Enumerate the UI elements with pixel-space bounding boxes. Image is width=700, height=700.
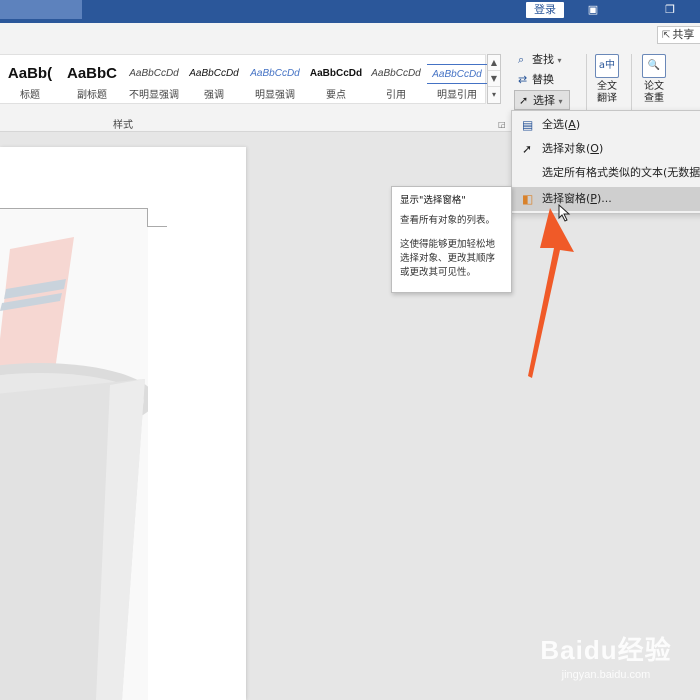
select-objects-icon: ➚ bbox=[522, 142, 533, 156]
chevron-down-icon: ▾ bbox=[558, 97, 563, 106]
style-preview: AaBbC bbox=[66, 65, 117, 82]
editing-group: ⌕ 查找 ▾ ⇄ 替换 ➚ 选择 ▾ bbox=[514, 50, 586, 116]
menu-label-tail: )... bbox=[596, 192, 612, 205]
menu-accelerator: A bbox=[568, 118, 576, 131]
translate-icon: a中 bbox=[595, 54, 619, 78]
chevron-down-icon: ▾ bbox=[557, 56, 562, 65]
style-emphasis[interactable]: AaBbCcDd 强调 bbox=[184, 55, 244, 103]
restore-icon[interactable]: ❐ bbox=[662, 3, 678, 17]
watermark-main: Baidu经验 bbox=[540, 635, 672, 665]
divider bbox=[631, 54, 632, 114]
style-label: 要点 bbox=[326, 90, 346, 101]
replace-label: 替换 bbox=[532, 73, 554, 86]
style-intense-emphasis[interactable]: AaBbCcDd 明显强调 bbox=[245, 55, 305, 103]
find-label: 查找 bbox=[532, 53, 554, 66]
style-label: 明显引用 bbox=[437, 90, 477, 101]
selection-pane-tooltip: 显示"选择窗格" 查看所有对象的列表。 这使得能够更加轻松地选择对象、更改其顺序… bbox=[391, 186, 512, 293]
ribbon-display-icon[interactable]: ▣ bbox=[585, 3, 601, 17]
select-dropdown-menu: ▤ 全选(A) ➚ 选择对象(O) 选定所有格式类似的文本(无数据)(S ◧ 选择窗格… bbox=[511, 110, 700, 214]
menu-label-tail: ) bbox=[598, 142, 604, 155]
margin-guide bbox=[147, 208, 148, 226]
translate-label-1: 全文 bbox=[597, 81, 617, 92]
paper-check-icon: 🔍 bbox=[642, 54, 666, 78]
document-image[interactable] bbox=[0, 209, 148, 700]
style-heading[interactable]: AaBb( 标题 bbox=[0, 55, 60, 103]
tooltip-description: 查看所有对象的列表。 bbox=[400, 215, 496, 226]
more-icon[interactable]: ▾ bbox=[488, 87, 500, 103]
styles-group-label: 样式 bbox=[113, 120, 133, 131]
menu-label: 选择对象( bbox=[542, 142, 591, 155]
style-preview: AaBbCcDd bbox=[427, 64, 487, 84]
pencil-cup-illustration bbox=[0, 237, 148, 700]
mouse-cursor-icon bbox=[558, 204, 571, 222]
dialog-launcher-icon[interactable]: ◲ bbox=[498, 120, 506, 129]
tooltip-title: 显示"选择窗格" bbox=[400, 195, 466, 206]
style-subtitle[interactable]: AaBbC 副标题 bbox=[62, 55, 122, 103]
menu-accelerator: O bbox=[590, 142, 599, 155]
style-label: 引用 bbox=[386, 90, 406, 101]
chevron-up-icon[interactable]: ▲ bbox=[488, 55, 500, 71]
document-title-tab bbox=[0, 0, 82, 19]
style-quote[interactable]: AaBbCcDd 引用 bbox=[366, 55, 426, 103]
replace-icon: ⇄ bbox=[518, 73, 528, 86]
style-preview: AaBbCcDd bbox=[129, 68, 179, 79]
login-button[interactable]: 登录 bbox=[526, 2, 564, 18]
margin-guide bbox=[0, 208, 148, 209]
style-label: 标题 bbox=[20, 90, 40, 101]
style-preview: AaBbCcDd bbox=[250, 68, 300, 79]
paper-check-label-1: 论文 bbox=[644, 81, 664, 92]
gallery-scrollbar[interactable]: ▲ ▼ ▾ bbox=[487, 54, 501, 104]
menu-item-select-similar-formatting[interactable]: 选定所有格式类似的文本(无数据)(S bbox=[512, 161, 700, 185]
chevron-down-icon[interactable]: ▼ bbox=[488, 71, 500, 87]
title-bar: 登录 ▣ ❐ bbox=[0, 0, 700, 23]
select-all-icon: ▤ bbox=[522, 118, 534, 132]
style-subtle-emphasis[interactable]: AaBbCcDd 不明显强调 bbox=[124, 55, 184, 103]
styles-gallery: AaBb( 标题 AaBbC 副标题 AaBbCcDd 不明显强调 AaBbCc… bbox=[0, 54, 487, 104]
share-button[interactable]: ⇱ 共享 bbox=[657, 26, 700, 44]
menu-label: 全选( bbox=[542, 118, 569, 131]
style-label: 强调 bbox=[204, 90, 224, 101]
share-label: 共享 bbox=[672, 28, 695, 41]
tooltip-detail: 这使得能够更加轻松地选择对象、更改其顺序或更改其可见性。 bbox=[400, 239, 496, 278]
style-preview: AaBbCcDd bbox=[371, 68, 421, 79]
margin-guide bbox=[147, 226, 167, 227]
ribbon-tabs-area bbox=[0, 23, 700, 48]
style-strong[interactable]: AaBbCcDd 要点 bbox=[306, 55, 366, 103]
cursor-icon: ➚ bbox=[519, 94, 529, 107]
menu-item-select-all[interactable]: ▤ 全选(A) bbox=[512, 113, 700, 137]
style-label: 不明显强调 bbox=[129, 90, 179, 101]
translate-label-2: 翻译 bbox=[597, 93, 617, 104]
paper-check-label-2: 查重 bbox=[644, 93, 664, 104]
menu-accelerator: P bbox=[590, 192, 597, 205]
find-button[interactable]: ⌕ 查找 ▾ bbox=[514, 50, 586, 70]
style-label: 明显强调 bbox=[255, 90, 295, 101]
style-preview: AaBbCcDd bbox=[189, 68, 239, 79]
menu-label-tail: ) bbox=[575, 118, 581, 131]
share-icon: ⇱ bbox=[662, 30, 671, 41]
full-translate-button[interactable]: a中 全文 翻译 bbox=[587, 54, 627, 105]
select-label: 选择 bbox=[533, 94, 555, 107]
menu-label: 选定所有格式类似的文本(无数据)(S bbox=[542, 166, 700, 179]
menu-item-select-objects[interactable]: ➚ 选择对象(O) bbox=[512, 137, 700, 161]
paper-check-button[interactable]: 🔍 论文 查重 bbox=[634, 54, 674, 105]
style-intense-quote[interactable]: AaBbCcDd 明显引用 bbox=[427, 55, 487, 103]
select-button[interactable]: ➚ 选择 ▾ bbox=[514, 90, 570, 110]
style-preview: AaBb( bbox=[7, 65, 53, 82]
style-label: 副标题 bbox=[77, 90, 107, 101]
replace-button[interactable]: ⇄ 替换 bbox=[514, 70, 586, 90]
watermark-sub: jingyan.baidu.com bbox=[561, 669, 651, 681]
search-icon: ⌕ bbox=[518, 53, 525, 66]
baidu-watermark: Baidu经验 jingyan.baidu.com bbox=[536, 630, 676, 690]
orange-arrow-annotation bbox=[528, 208, 574, 378]
style-preview: AaBbCcDd bbox=[309, 68, 363, 79]
